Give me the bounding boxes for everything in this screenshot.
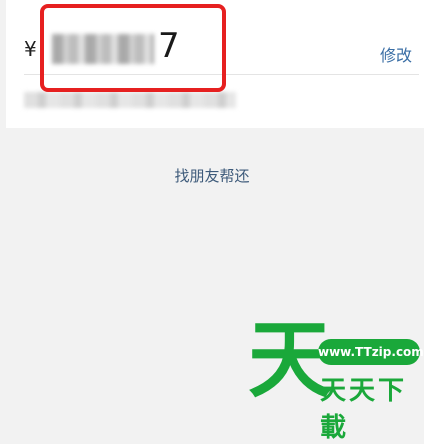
watermark-url: www.TTzip.com [318, 339, 424, 365]
masked-info-line [24, 92, 236, 108]
currency-symbol: ¥ [24, 37, 37, 61]
edit-amount-link[interactable]: 修改 [380, 42, 412, 66]
ask-friend-to-pay-link[interactable]: 找朋友帮还 [0, 165, 424, 186]
watermark-text: 天天下載 [320, 376, 408, 443]
red-highlight-annotation [40, 4, 226, 92]
